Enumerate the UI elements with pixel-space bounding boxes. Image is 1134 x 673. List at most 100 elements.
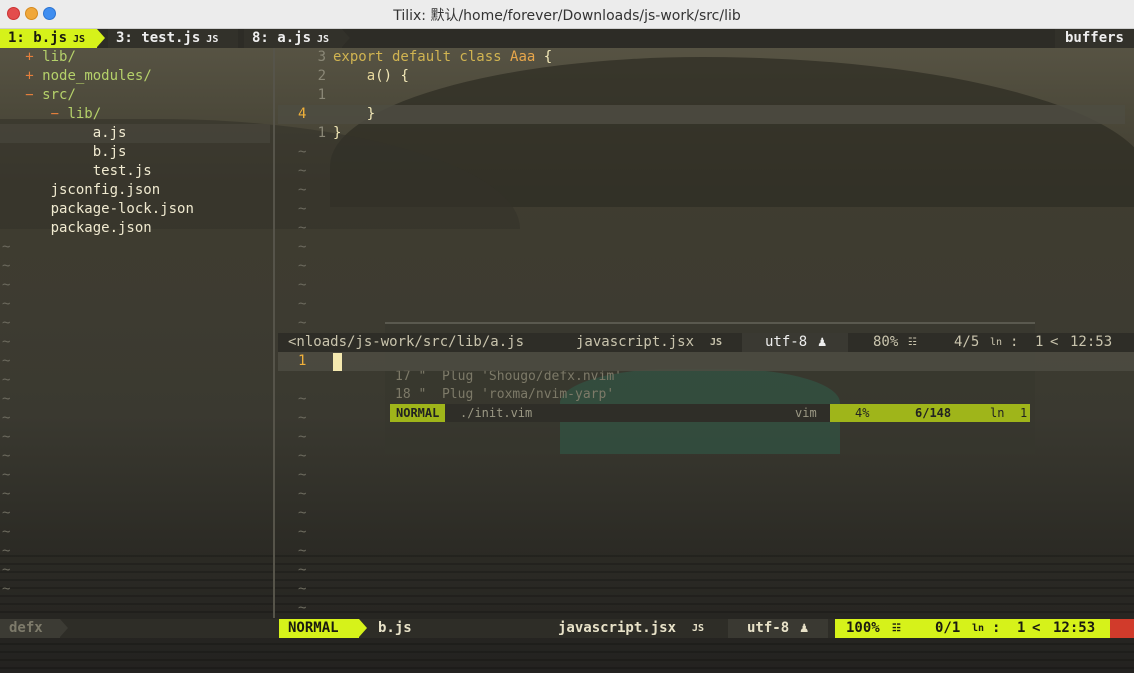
background-water bbox=[0, 549, 1134, 673]
empty-line-tilde: ~ bbox=[2, 524, 11, 540]
ghost-statusline: NORMAL ./init.vim vim 4% 6/148 ln 1 bbox=[390, 404, 1030, 422]
empty-line-tilde: ~ bbox=[2, 391, 11, 407]
ghost-line: 18 " Plug 'roxma/nvim-yarp' bbox=[395, 387, 615, 402]
empty-line-tilde: ~ bbox=[2, 562, 11, 578]
empty-line-tilde: ~ bbox=[298, 467, 307, 483]
line-number: 3 bbox=[317, 49, 326, 65]
ghost-percent: 4% bbox=[855, 406, 870, 420]
code-text: () { bbox=[375, 68, 409, 84]
tab-label: 8: a.js bbox=[252, 30, 312, 46]
expanded-marker: − bbox=[50, 106, 60, 122]
tab-b-js[interactable]: 1: b.js JS bbox=[0, 29, 97, 48]
collapsed-marker: + bbox=[25, 68, 34, 84]
empty-line-tilde: ~ bbox=[2, 296, 11, 312]
editor-empty-lines: ~ ~ ~ ~ ~ ~ ~ ~ ~ ~ bbox=[298, 143, 306, 333]
window-titlebar: Tilix: 默认/home/forever/Downloads/js-work… bbox=[0, 0, 1134, 29]
tree-item-a-js[interactable]: a.js bbox=[0, 124, 270, 143]
tree-item-label: lib/ bbox=[67, 106, 102, 122]
empty-line-tilde: ~ bbox=[298, 201, 307, 217]
clock: 12:53 bbox=[1070, 334, 1113, 350]
code-text: } bbox=[333, 106, 376, 122]
colon-sep: : bbox=[1010, 334, 1019, 350]
tree-item-src-lib[interactable]: − lib/ bbox=[0, 105, 270, 124]
code-line: 2 a() { bbox=[278, 67, 1125, 86]
line-number: 2 bbox=[317, 68, 326, 84]
ghost-col: 1 bbox=[1020, 406, 1028, 420]
empty-line-tilde: ~ bbox=[298, 486, 307, 502]
empty-line-tilde: ~ bbox=[2, 448, 11, 464]
ghost-ln: ln bbox=[990, 406, 1005, 420]
js-icon: JS bbox=[206, 34, 219, 45]
tree-item-package[interactable]: package.json bbox=[0, 219, 270, 238]
empty-line-tilde: ~ bbox=[298, 220, 307, 236]
empty-line-tilde: ~ bbox=[2, 467, 11, 483]
tab-label: 1: b.js bbox=[8, 30, 68, 46]
js-icon: JS bbox=[73, 34, 86, 45]
tab-test-js[interactable]: 3: test.js JS bbox=[108, 29, 238, 48]
empty-line-tilde: ~ bbox=[298, 391, 307, 407]
file-path: <nloads/js-work/src/lib/a.js bbox=[288, 334, 525, 350]
tree-item-b-js[interactable]: b.js bbox=[0, 143, 270, 162]
tree-item-lib[interactable]: + lib/ bbox=[0, 48, 270, 67]
empty-line-tilde: ~ bbox=[298, 182, 307, 198]
window-title: Tilix: 默认/home/forever/Downloads/js-work… bbox=[393, 8, 741, 24]
cursor-position: 0/1 bbox=[935, 620, 961, 636]
terminal-area[interactable]: 17 " Plug 'Shougo/defx.nvim' 18 " Plug '… bbox=[0, 29, 1134, 673]
column: 1 bbox=[1017, 620, 1026, 636]
editor-empty-lines-lower: ~ ~ ~ ~ ~ ~ ~ ~ ~ ~ ~ ~ bbox=[298, 390, 306, 618]
empty-line-tilde: ~ bbox=[2, 505, 11, 521]
vertical-split[interactable] bbox=[273, 48, 275, 618]
empty-line-tilde: ~ bbox=[2, 543, 11, 559]
colon-sep: : bbox=[992, 620, 1001, 636]
tree-empty-lines: ~ ~ ~ ~ ~ ~ ~ ~ ~ ~ ~ ~ ~ ~ ~ ~ ~ ~ ~ bbox=[2, 238, 10, 599]
filetype: javascript.jsx bbox=[576, 334, 695, 350]
current-file: b.js bbox=[378, 620, 412, 636]
empty-line-tilde: ~ bbox=[2, 353, 11, 369]
empty-line-tilde: ~ bbox=[2, 486, 11, 502]
defx-file-tree: + lib/ + node_modules/ − src/ − lib/ a.j… bbox=[0, 48, 270, 238]
empty-line-tilde: ~ bbox=[298, 239, 307, 255]
code-text: } bbox=[333, 125, 342, 141]
ghost-line: 17 " Plug 'Shougo/defx.nvim' bbox=[395, 369, 622, 384]
buffers-label[interactable]: buffers bbox=[1054, 29, 1134, 48]
code-line: 3 export default class Aaa { bbox=[278, 48, 1125, 67]
tree-item-label: node_modules/ bbox=[42, 68, 152, 84]
ghost-pos: 6/148 bbox=[915, 406, 952, 420]
line-number: 1 bbox=[317, 125, 326, 141]
cursor-position: 4/5 bbox=[954, 334, 980, 350]
tree-item-package-lock[interactable]: package-lock.json bbox=[0, 200, 270, 219]
tree-item-node-modules[interactable]: + node_modules/ bbox=[0, 67, 270, 86]
empty-line-tilde: ~ bbox=[2, 315, 11, 331]
warning-indicator bbox=[1110, 619, 1134, 638]
ghost-file: ./init.vim bbox=[460, 406, 533, 420]
empty-line-tilde: ~ bbox=[298, 277, 307, 293]
tree-item-label: lib/ bbox=[42, 49, 76, 65]
empty-line-tilde: ~ bbox=[298, 296, 307, 312]
tree-item-label: package.json bbox=[50, 220, 152, 236]
empty-line-tilde: ~ bbox=[2, 258, 11, 274]
defx-label: defx bbox=[9, 620, 43, 636]
tree-item-label: a.js bbox=[92, 125, 127, 141]
mode-indicator: NORMAL bbox=[288, 620, 339, 636]
empty-line-tilde: ~ bbox=[298, 429, 307, 445]
code-keyword: export default class bbox=[333, 49, 511, 65]
collapsed-marker: + bbox=[25, 49, 34, 65]
ghost-ft: vim bbox=[795, 406, 817, 420]
lower-window-current-line[interactable]: 1 bbox=[278, 352, 1134, 371]
empty-line-tilde: ~ bbox=[298, 410, 307, 426]
tree-item-jsconfig[interactable]: jsconfig.json bbox=[0, 181, 270, 200]
line-label: ln bbox=[972, 623, 985, 634]
tree-item-label: package-lock.json bbox=[50, 201, 194, 217]
tree-item-label: test.js bbox=[92, 163, 152, 179]
ghost-mode: NORMAL bbox=[390, 404, 446, 422]
tree-item-src[interactable]: − src/ bbox=[0, 86, 270, 105]
empty-line-tilde: ~ bbox=[298, 543, 307, 559]
empty-line-tilde: ~ bbox=[298, 524, 307, 540]
tree-item-test-js[interactable]: test.js bbox=[0, 162, 270, 181]
percent: 100% bbox=[846, 620, 880, 636]
empty-line-tilde: ~ bbox=[298, 258, 307, 274]
code-line: 1 } bbox=[278, 124, 1125, 143]
tab-a-js[interactable]: 8: a.js JS bbox=[244, 29, 342, 48]
empty-line-tilde: ~ bbox=[298, 163, 307, 179]
expanded-marker: − bbox=[25, 87, 34, 103]
